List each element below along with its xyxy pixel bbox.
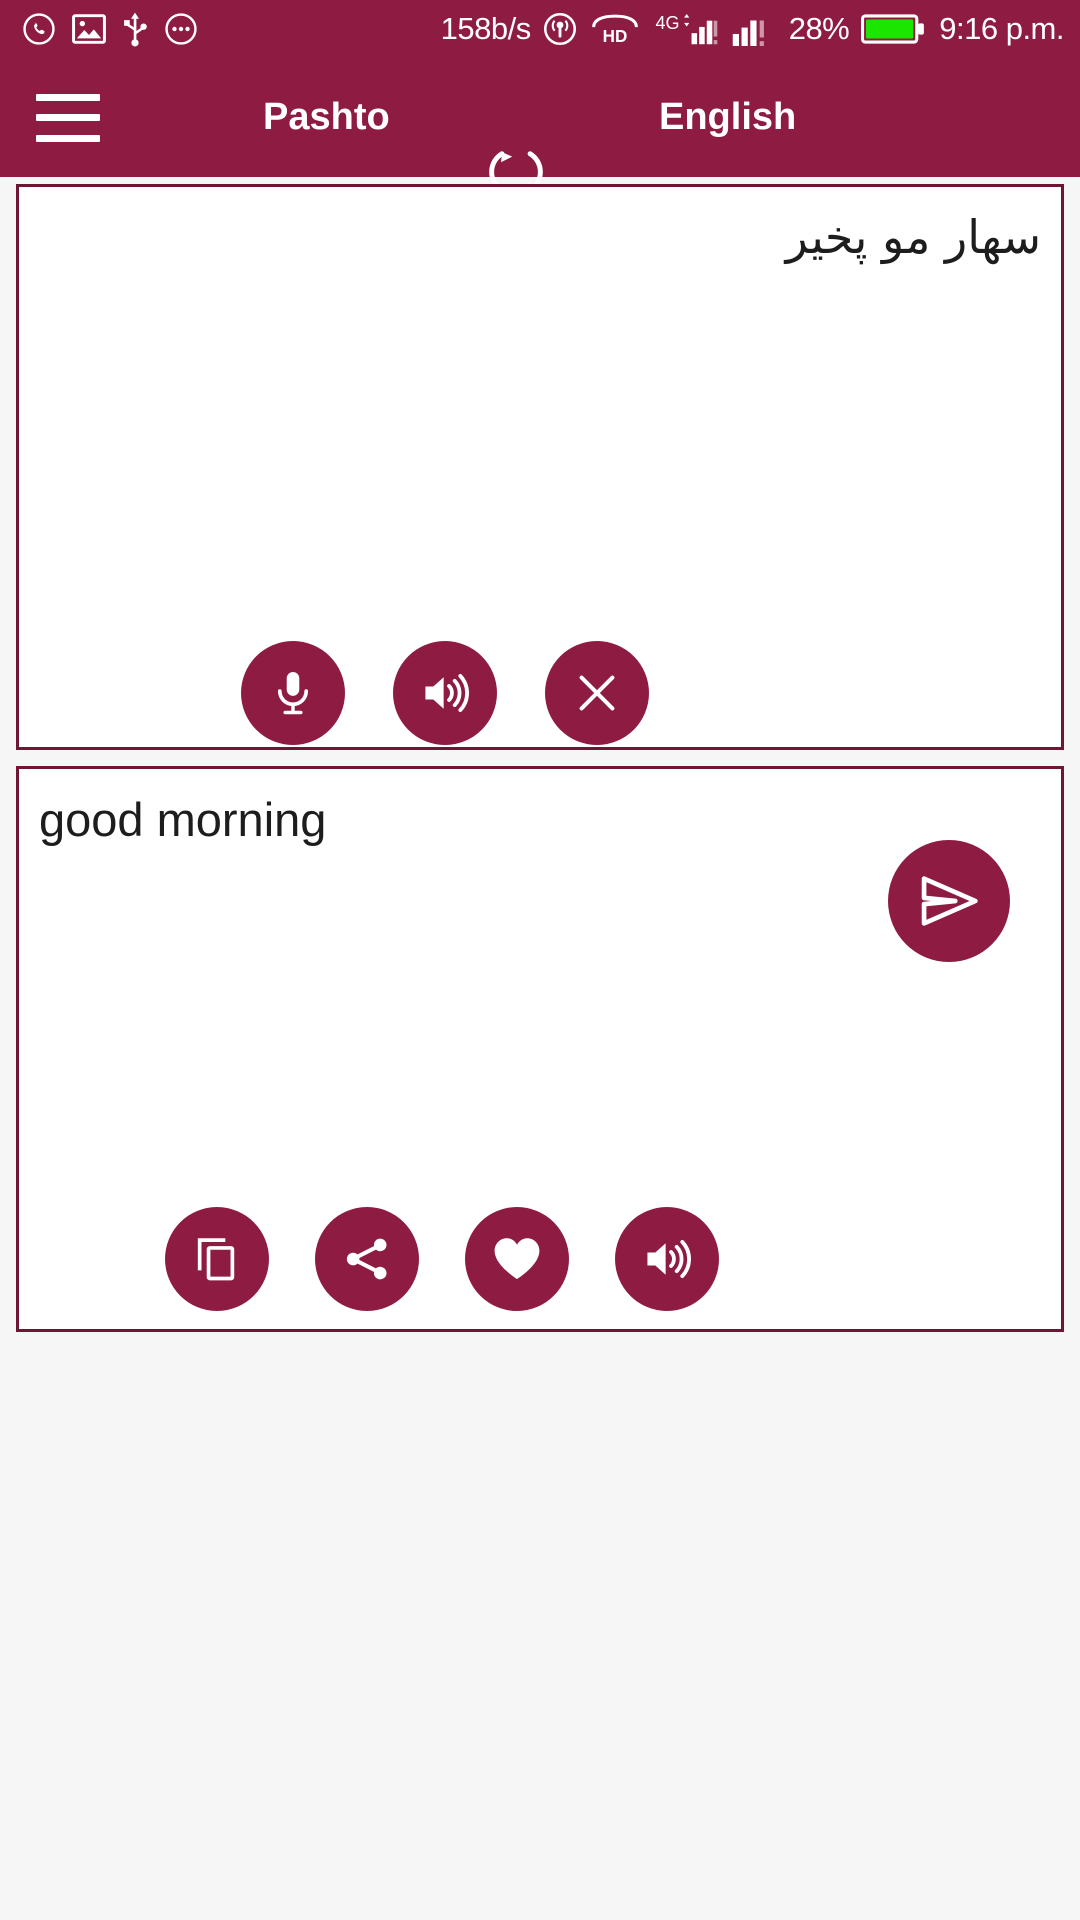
status-bar: 158b/s HD 4G 28% 9:16 p.m.	[0, 0, 1080, 58]
microphone-icon	[267, 667, 319, 719]
speaker-icon	[640, 1232, 694, 1286]
app-bar: Pashto English	[0, 58, 1080, 193]
signal-bars-icon	[731, 12, 777, 46]
share-icon	[341, 1233, 393, 1285]
favorite-button[interactable]	[465, 1207, 569, 1311]
status-bar-system-icons: 158b/s HD 4G 28% 9:16 p.m.	[441, 11, 1064, 47]
hamburger-bar	[36, 134, 100, 142]
target-language-selector[interactable]: English	[659, 96, 796, 139]
network-type-4g-signal-icon: 4G	[653, 11, 719, 47]
speaker-icon	[418, 666, 472, 720]
translated-text-output: good morning	[39, 793, 327, 846]
copy-button[interactable]	[165, 1207, 269, 1311]
image-icon	[72, 13, 106, 45]
speak-target-button[interactable]	[615, 1207, 719, 1311]
heart-icon	[489, 1231, 545, 1287]
speak-source-button[interactable]	[393, 641, 497, 745]
network-speed-label: 158b/s	[440, 11, 532, 46]
source-text-input[interactable]: سهار مو پخير	[39, 209, 1041, 267]
more-icon	[164, 12, 198, 46]
svg-text:HD: HD	[602, 27, 627, 46]
hamburger-bar	[36, 114, 100, 121]
usb-icon	[122, 11, 148, 47]
whatsapp-icon	[22, 12, 56, 46]
svg-text:4G: 4G	[655, 13, 679, 33]
copy-icon	[191, 1233, 243, 1285]
target-text-panel[interactable]: good morning	[16, 766, 1064, 1332]
battery-icon	[861, 12, 925, 46]
hotspot-icon	[543, 12, 577, 46]
status-bar-notification-icons	[22, 11, 198, 47]
clock-label: 9:16 p.m.	[939, 11, 1064, 46]
source-language-selector[interactable]: Pashto	[263, 96, 390, 139]
share-button[interactable]	[315, 1207, 419, 1311]
volte-hd-icon: HD	[589, 12, 641, 46]
send-paper-plane-icon	[915, 867, 983, 935]
app-root: 158b/s HD 4G 28% 9:16 p.m. Pashto Englis…	[0, 0, 1080, 1920]
hamburger-bar	[36, 93, 100, 101]
microphone-button[interactable]	[241, 641, 345, 745]
source-action-row	[19, 641, 1061, 745]
close-x-icon	[572, 668, 622, 718]
clear-text-button[interactable]	[545, 641, 649, 745]
battery-percent-label: 28%	[788, 11, 850, 46]
translate-send-button[interactable]	[888, 840, 1010, 962]
hamburger-menu-icon[interactable]	[36, 93, 100, 142]
target-action-row	[19, 1207, 1061, 1311]
source-text-panel[interactable]: سهار مو پخير	[16, 184, 1064, 750]
